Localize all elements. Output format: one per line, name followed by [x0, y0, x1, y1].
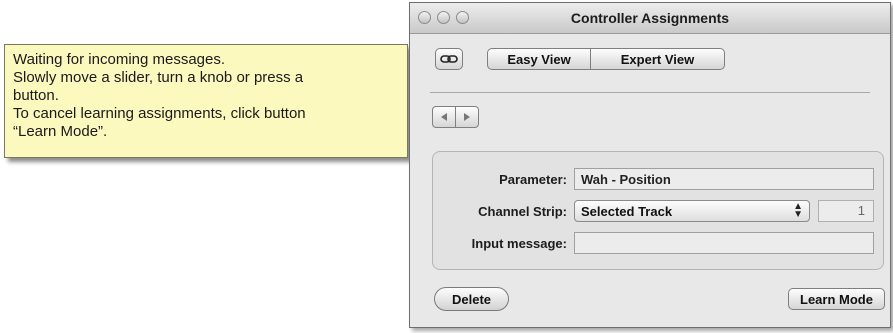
tooltip-line: Slowly move a slider, turn a knob or pre… — [13, 69, 304, 86]
input-message-label: Input message: — [471, 236, 567, 251]
learn-mode-button[interactable]: Learn Mode — [788, 288, 885, 310]
title-bar[interactable]: Controller Assignments — [410, 3, 890, 34]
arrow-right-icon — [464, 113, 470, 121]
channel-strip-number-field[interactable]: 1 — [818, 200, 874, 222]
popup-arrows-icon: ▲ ▼ — [793, 201, 803, 220]
controller-assignments-window: Controller Assignments Easy View Expert … — [409, 2, 891, 328]
arrow-left-icon — [441, 113, 447, 121]
parameter-label: Parameter: — [499, 172, 567, 187]
parameter-field[interactable]: Wah - Position — [574, 168, 874, 190]
link-button[interactable] — [435, 48, 463, 70]
delete-button[interactable]: Delete — [434, 287, 509, 311]
expert-view-tab[interactable]: Expert View — [590, 48, 725, 70]
channel-strip-popup[interactable]: Selected Track ▲ ▼ — [574, 200, 810, 222]
learn-mode-tooltip: Waiting for incoming messages. Slowly mo… — [4, 44, 408, 158]
assignment-details-panel: Parameter: Wah - Position Channel Strip:… — [432, 151, 884, 270]
tooltip-line: Waiting for incoming messages. — [13, 51, 226, 68]
tooltip-line: To cancel learning assignments, click bu… — [13, 105, 306, 122]
previous-button[interactable] — [432, 106, 456, 128]
separator — [430, 92, 870, 93]
link-icon — [440, 55, 458, 63]
input-message-field[interactable] — [574, 232, 874, 254]
window-title: Controller Assignments — [570, 10, 730, 26]
channel-strip-value: Selected Track — [581, 203, 673, 219]
tooltip-line: “Learn Mode”. — [13, 123, 108, 140]
easy-view-tab[interactable]: Easy View — [487, 48, 591, 70]
tooltip-line: button. — [13, 87, 59, 104]
channel-strip-label: Channel Strip: — [478, 204, 567, 219]
next-button[interactable] — [455, 106, 479, 128]
